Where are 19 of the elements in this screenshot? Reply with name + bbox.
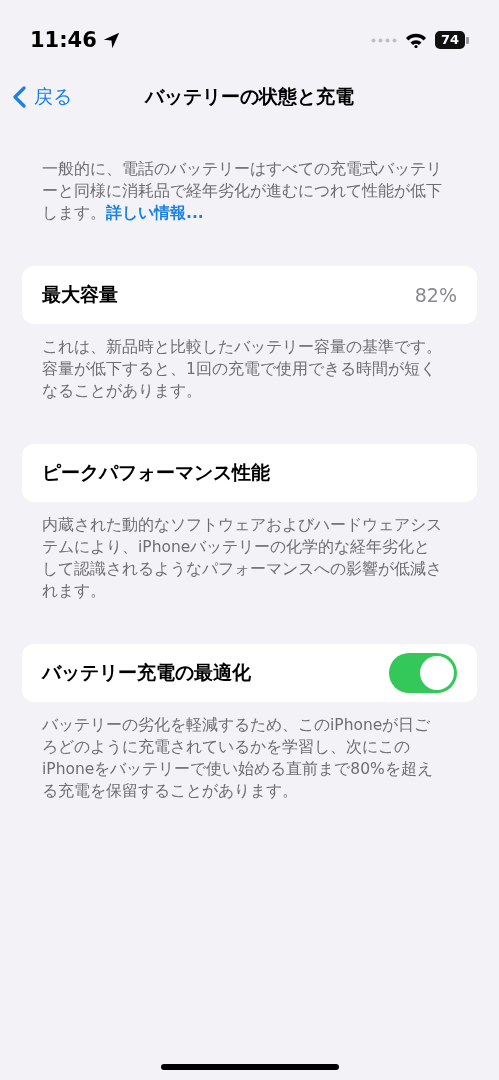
back-button[interactable]: 戻る: [12, 84, 72, 110]
settings-row[interactable]: 最大容量 82%: [22, 266, 477, 324]
more-info-link[interactable]: 詳しい情報...: [106, 204, 204, 222]
signal-dots-icon: [371, 37, 397, 43]
wifi-icon: [405, 32, 427, 48]
page-title: バッテリーの状態と充電: [145, 85, 354, 107]
row-label: 最大容量: [42, 282, 118, 307]
row-label: ピークパフォーマンス性能: [42, 460, 270, 485]
section-caption: これは、新品時と比較したバッテリー容量の基準です。容量が低下すると、1回の充電で使用できる時間が短くなることがあります。: [41, 337, 443, 402]
section-caption: 内蔵された動的なソフトウェアおよびハードウェアシステムにより、iPhoneバッテリーの化学的な経年劣化として認識されるようなパフォーマンスへの影響が低減されます。: [41, 515, 443, 602]
intro-paragraph: 一般的に、電話のバッテリーはすべての充電式バッテリーと同様に消耗品で経年劣化が進むにつれて性能が低下します。詳しい情報...: [41, 159, 443, 224]
row-label: バッテリー充電の最適化: [42, 660, 251, 685]
toggle-switch[interactable]: [389, 653, 457, 693]
location-arrow-icon: [102, 31, 120, 49]
capacity-value: 82%: [414, 284, 457, 306]
section-caption: バッテリーの劣化を軽減するため、このiPhoneが日ごろどのように充電されているかを学習し、次にこのiPhoneをバッテリーで使い始める直前まで80%を超える充電を保留することがあります。: [41, 715, 434, 802]
status-time: 11:46: [30, 28, 97, 52]
settings-row[interactable]: ピークパフォーマンス性能: [22, 444, 477, 502]
back-chevron-icon: [12, 86, 26, 108]
